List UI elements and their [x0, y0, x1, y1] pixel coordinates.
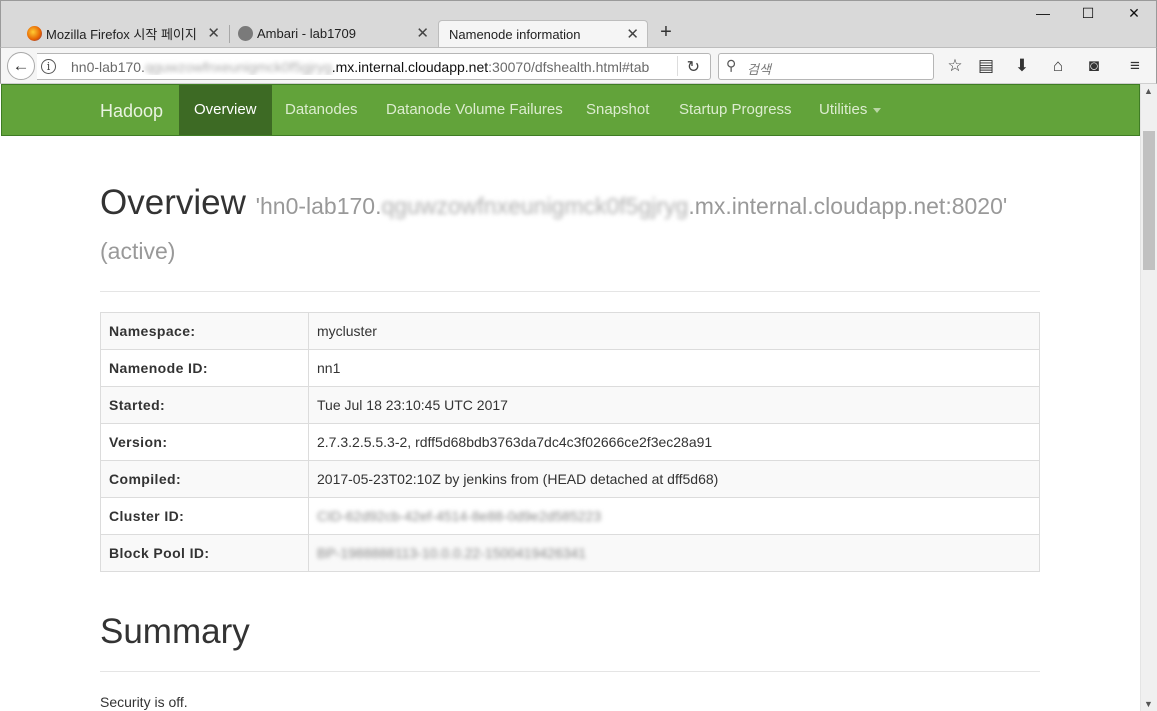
window-close-button[interactable]: ✕ — [1119, 5, 1149, 22]
row-key: Block Pool ID: — [100, 534, 309, 572]
reload-icon[interactable]: ↻ — [687, 57, 700, 77]
tab-label: Ambari - lab1709 — [257, 26, 356, 41]
table-row: Started: Tue Jul 18 23:10:45 UTC 2017 — [100, 386, 1040, 424]
download-icon[interactable]: ⬇ — [1010, 56, 1034, 76]
url-prefix: hn0-lab170. — [71, 59, 145, 75]
table-row: Version: 2.7.3.2.5.5.3-2, rdff5d68bdb3763… — [100, 423, 1040, 461]
firefox-icon — [27, 26, 42, 41]
url-host: .mx.internal.cloudapp.net — [331, 59, 489, 75]
minimize-button[interactable]: — — [1028, 5, 1058, 21]
url-blurred: qguwzowfnxeunigmck0f5gjryg — [144, 59, 332, 75]
tab-label: Namenode information — [449, 26, 581, 42]
host-blurred: qguwzowfnxeunigmck0f5gjryg — [381, 193, 689, 219]
row-key: Cluster ID: — [100, 497, 309, 535]
scrollbar[interactable]: ▲ ▼ — [1140, 84, 1157, 711]
info-icon[interactable]: i — [41, 59, 56, 74]
pocket-icon[interactable]: ◙ — [1082, 56, 1106, 76]
nav-utilities-label: Utilities — [819, 101, 868, 118]
overview-table: Namespace: mycluster Namenode ID: nn1 Star… — [100, 312, 1040, 572]
cluster-id-value: CID-62d92cb-42ef-4514-8e88-0d9e2d585223 — [317, 508, 602, 524]
hadoop-navbar: Hadoop Overview Datanodes Datanode Volum… — [1, 84, 1140, 136]
tab-firefox-start[interactable]: Mozilla Firefox 시작 페이지 ✕ — [20, 20, 228, 47]
close-icon[interactable]: ✕ — [207, 24, 220, 42]
nav-overview[interactable]: Overview — [179, 85, 272, 135]
search-bar[interactable]: ⚲ 검색 — [718, 53, 934, 80]
reading-list-icon[interactable]: ▤ — [974, 56, 998, 76]
page-viewport: Hadoop Overview Datanodes Datanode Volum… — [1, 84, 1140, 711]
brand-link[interactable]: Hadoop — [100, 101, 163, 122]
row-value: 2017-05-23T02:10Z by jenkins from (HEAD … — [308, 460, 1040, 498]
nav-datanodes[interactable]: Datanodes — [270, 85, 373, 135]
host-prefix: 'hn0-lab170. — [255, 193, 382, 219]
scroll-down-icon[interactable]: ▼ — [1144, 699, 1153, 709]
bookmark-star-icon[interactable]: ☆ — [943, 56, 967, 76]
table-row: Namespace: mycluster — [100, 312, 1040, 350]
chevron-down-icon — [873, 107, 882, 113]
tab-namenode-information[interactable]: Namenode information ✕ — [438, 20, 648, 47]
block-pool-id-value: BP-1988888113-10.0.0.22-1500419426341 — [317, 545, 587, 561]
row-value: CID-62d92cb-42ef-4514-8e88-0d9e2d585223 — [308, 497, 1040, 535]
tab-ambari[interactable]: Ambari - lab1709 ✕ — [231, 20, 437, 47]
close-icon[interactable]: ✕ — [416, 24, 429, 42]
back-arrow-icon: ← — [12, 56, 30, 75]
main-content: Overview 'hn0-lab170.qguwzowfnxeunigmck0… — [100, 182, 1040, 710]
row-key: Version: — [100, 423, 309, 461]
namenode-state: (active) — [100, 238, 176, 264]
url-bar[interactable]: i hn0-lab170.qguwzowfnxeunigmck0f5gjryg.… — [37, 53, 711, 80]
new-tab-button[interactable]: + — [656, 21, 676, 44]
table-row: Cluster ID: CID-62d92cb-42ef-4514-8e88-0d… — [100, 497, 1040, 535]
nav-datanode-volume-failures[interactable]: Datanode Volume Failures — [371, 85, 578, 135]
tab-label: Mozilla Firefox 시작 페이지 — [46, 27, 197, 42]
scrollbar-thumb[interactable] — [1143, 131, 1155, 270]
overview-heading: Overview 'hn0-lab170.qguwzowfnxeunigmck0… — [100, 182, 1040, 272]
table-row: Block Pool ID: BP-1988888113-10.0.0.22-15… — [100, 534, 1040, 572]
row-value: BP-1988888113-10.0.0.22-1500419426341 — [308, 534, 1040, 572]
tab-divider — [229, 25, 230, 43]
nav-utilities[interactable]: Utilities — [804, 85, 896, 135]
summary-heading: Summary — [100, 612, 250, 651]
divider — [100, 291, 1040, 292]
scroll-up-icon[interactable]: ▲ — [1144, 86, 1153, 96]
row-value: nn1 — [308, 349, 1040, 387]
url-text[interactable]: hn0-lab170.qguwzowfnxeunigmck0f5gjryg.mx… — [71, 59, 653, 75]
search-placeholder: 검색 — [747, 62, 771, 77]
table-row: Namenode ID: nn1 — [100, 349, 1040, 387]
search-icon: ⚲ — [726, 57, 737, 73]
row-value: mycluster — [308, 312, 1040, 350]
ambari-icon — [238, 26, 253, 41]
nav-snapshot[interactable]: Snapshot — [571, 85, 664, 135]
row-key: Started: — [100, 386, 309, 424]
divider — [100, 671, 1040, 672]
back-button[interactable]: ← — [7, 52, 35, 80]
row-value: Tue Jul 18 23:10:45 UTC 2017 — [308, 386, 1040, 424]
table-row: Compiled: 2017-05-23T02:10Z by jenkins fr… — [100, 460, 1040, 498]
nav-startup-progress[interactable]: Startup Progress — [664, 85, 807, 135]
security-status: Security is off. — [100, 694, 188, 710]
divider — [677, 56, 678, 76]
url-suffix: :30070/dfshealth.html#tab — [488, 59, 650, 75]
browser-toolbar: ← i hn0-lab170.qguwzowfnxeunigmck0f5gjry… — [0, 47, 1157, 84]
menu-icon[interactable]: ≡ — [1123, 56, 1147, 76]
row-key: Namenode ID: — [100, 349, 309, 387]
close-icon[interactable]: ✕ — [626, 25, 639, 43]
row-value: 2.7.3.2.5.5.3-2, rdff5d68bdb3763da7dc4c3… — [308, 423, 1040, 461]
row-key: Namespace: — [100, 312, 309, 350]
page-title: Overview — [100, 183, 246, 222]
maximize-button[interactable]: ☐ — [1073, 5, 1103, 22]
host-suffix: .mx.internal.cloudapp.net:8020' — [688, 193, 1008, 219]
browser-titlebar: Mozilla Firefox 시작 페이지 ✕ Ambari - lab170… — [0, 0, 1157, 47]
home-icon[interactable]: ⌂ — [1046, 56, 1070, 76]
row-key: Compiled: — [100, 460, 309, 498]
